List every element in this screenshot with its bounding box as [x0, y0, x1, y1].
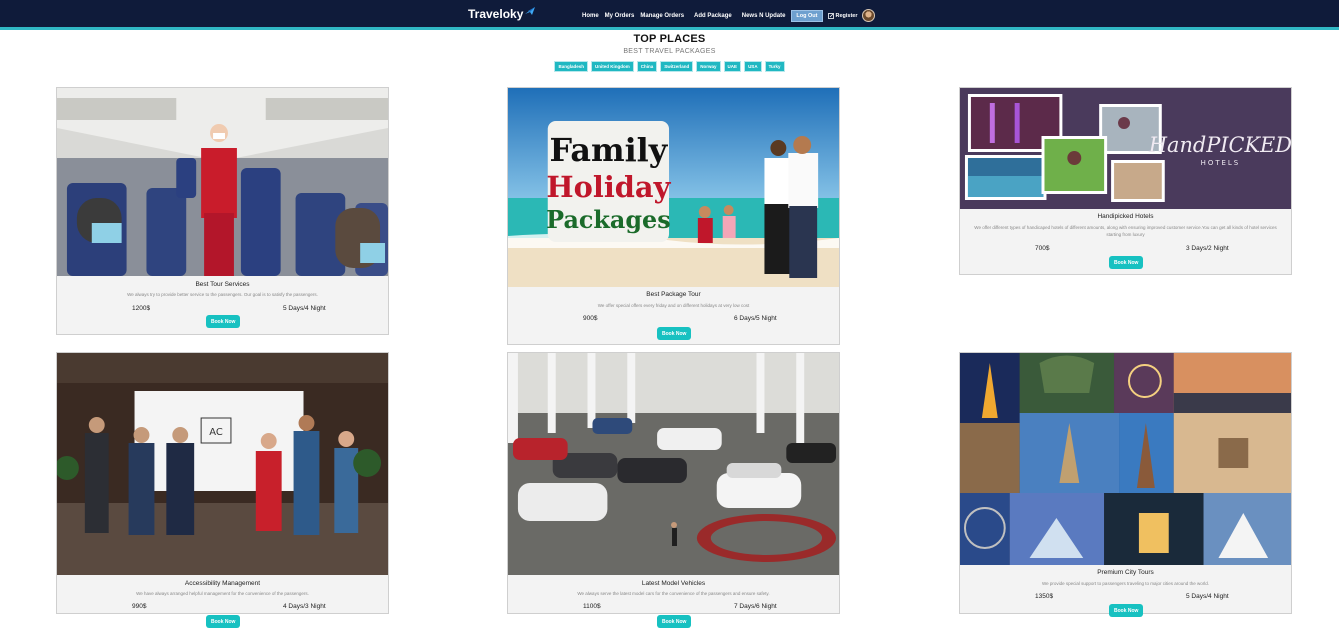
package-title: Premium City Tours: [1097, 569, 1154, 576]
package-title: Best Package Tour: [646, 291, 701, 298]
brand-name: Traveloky: [468, 7, 524, 21]
avatar[interactable]: [861, 9, 875, 22]
brand-logo[interactable]: Traveloky: [468, 6, 536, 21]
package-description: We offer different types of handicaped h…: [974, 225, 1277, 238]
nav-add-package-link[interactable]: Add Package: [694, 13, 732, 19]
tag-china[interactable]: China: [636, 61, 658, 72]
package-description: We offer special offers every friday and…: [597, 303, 750, 308]
book-now-button[interactable]: Book Now: [206, 615, 241, 628]
package-price: 990$: [132, 603, 147, 610]
nav-manage-orders-link[interactable]: Manage Orders: [640, 13, 684, 19]
nav-links: Home My Orders Manage Orders Add Package…: [582, 9, 875, 22]
package-description: We provide special support to passengers…: [1041, 581, 1209, 586]
package-duration: 5 Days/4 Night: [1186, 593, 1229, 600]
tag-turky[interactable]: Turky: [764, 61, 785, 72]
package-description: We have always arranged helpful manageme…: [136, 591, 309, 596]
package-duration: 7 Days/6 Night: [734, 603, 777, 610]
image-text-packages: Packages: [546, 206, 670, 234]
section-heading: TOP PLACES BEST TRAVEL PACKAGES: [0, 33, 1339, 55]
plane-icon: [525, 6, 536, 15]
register-label: Register: [835, 12, 858, 19]
country-tags: Bangladesh United Kingdom China Switzerl…: [0, 61, 1339, 72]
package-price: 1200$: [132, 305, 151, 312]
package-price: 700$: [1035, 245, 1050, 252]
tag-usa[interactable]: USA: [744, 61, 762, 72]
package-title: Best Tour Services: [195, 281, 250, 288]
edit-icon: [827, 12, 834, 19]
package-title: Latest Model Vehicles: [641, 580, 706, 587]
image-text-hotels: HOTELS: [1201, 159, 1241, 167]
tag-bangladesh[interactable]: Bangladesh: [554, 61, 588, 72]
package-description: We always serve the latest model cars fo…: [577, 591, 770, 596]
package-image: Family Holiday Packages: [508, 88, 839, 287]
package-image: [57, 88, 388, 276]
tag-uae[interactable]: UAE: [723, 61, 742, 72]
package-duration: 5 Days/4 Night: [283, 305, 326, 312]
package-card: Best Tour Services We always try to prov…: [56, 87, 389, 335]
package-card: Family Holiday Packages Best Package Tou…: [507, 87, 840, 345]
tag-switzerland[interactable]: Switzerland: [660, 61, 694, 72]
package-price: 900$: [583, 315, 598, 322]
nav-my-orders-link[interactable]: My Orders: [605, 13, 635, 19]
book-now-button[interactable]: Book Now: [657, 615, 692, 628]
book-now-button[interactable]: Book Now: [657, 327, 692, 340]
page-subtitle: BEST TRAVEL PACKAGES: [623, 48, 716, 55]
package-price: 1350$: [1035, 593, 1054, 600]
tag-united-kingdom[interactable]: United Kingdom: [591, 61, 634, 72]
package-duration: 4 Days/3 Night: [283, 603, 326, 610]
book-now-button[interactable]: Book Now: [1109, 256, 1144, 269]
navbar: Traveloky Home My Orders Manage Orders A…: [0, 0, 1339, 30]
nav-home-link[interactable]: Home: [582, 13, 599, 19]
book-now-button[interactable]: Book Now: [206, 315, 241, 328]
package-card: Premium City Tours We provide special su…: [959, 352, 1292, 617]
package-card: AC Accessibility Management We have alwa…: [56, 352, 389, 628]
image-text-family: Family: [550, 131, 669, 169]
book-now-button[interactable]: Book Now: [1109, 604, 1144, 617]
package-duration: 3 Days/2 Night: [1186, 245, 1229, 252]
package-image: HandPICKED HOTELS: [960, 88, 1291, 209]
package-card: HandPICKED HOTELS Handipicked Hotels We …: [959, 87, 1292, 275]
package-image: AC: [57, 353, 388, 575]
package-image: [960, 353, 1291, 565]
register-link[interactable]: Register: [827, 12, 858, 19]
package-image: [508, 353, 839, 575]
package-title: Accessibility Management: [184, 580, 261, 587]
package-duration: 6 Days/5 Night: [734, 315, 777, 322]
package-price: 1100$: [583, 603, 601, 610]
logout-button[interactable]: Log Out: [791, 9, 823, 22]
package-description: We always try to provide better service …: [127, 292, 318, 297]
image-text-holiday: Holiday: [546, 170, 671, 204]
image-text-ac: AC: [209, 427, 223, 438]
package-card: Latest Model Vehicles We always serve th…: [507, 352, 840, 628]
page-title: TOP PLACES: [633, 33, 706, 45]
nav-news-link[interactable]: News N Update: [742, 13, 786, 19]
tag-norway[interactable]: Norway: [696, 61, 721, 72]
image-text-handpicked: HandPICKED: [1148, 133, 1291, 157]
package-title: Handipicked Hotels: [1097, 213, 1154, 220]
